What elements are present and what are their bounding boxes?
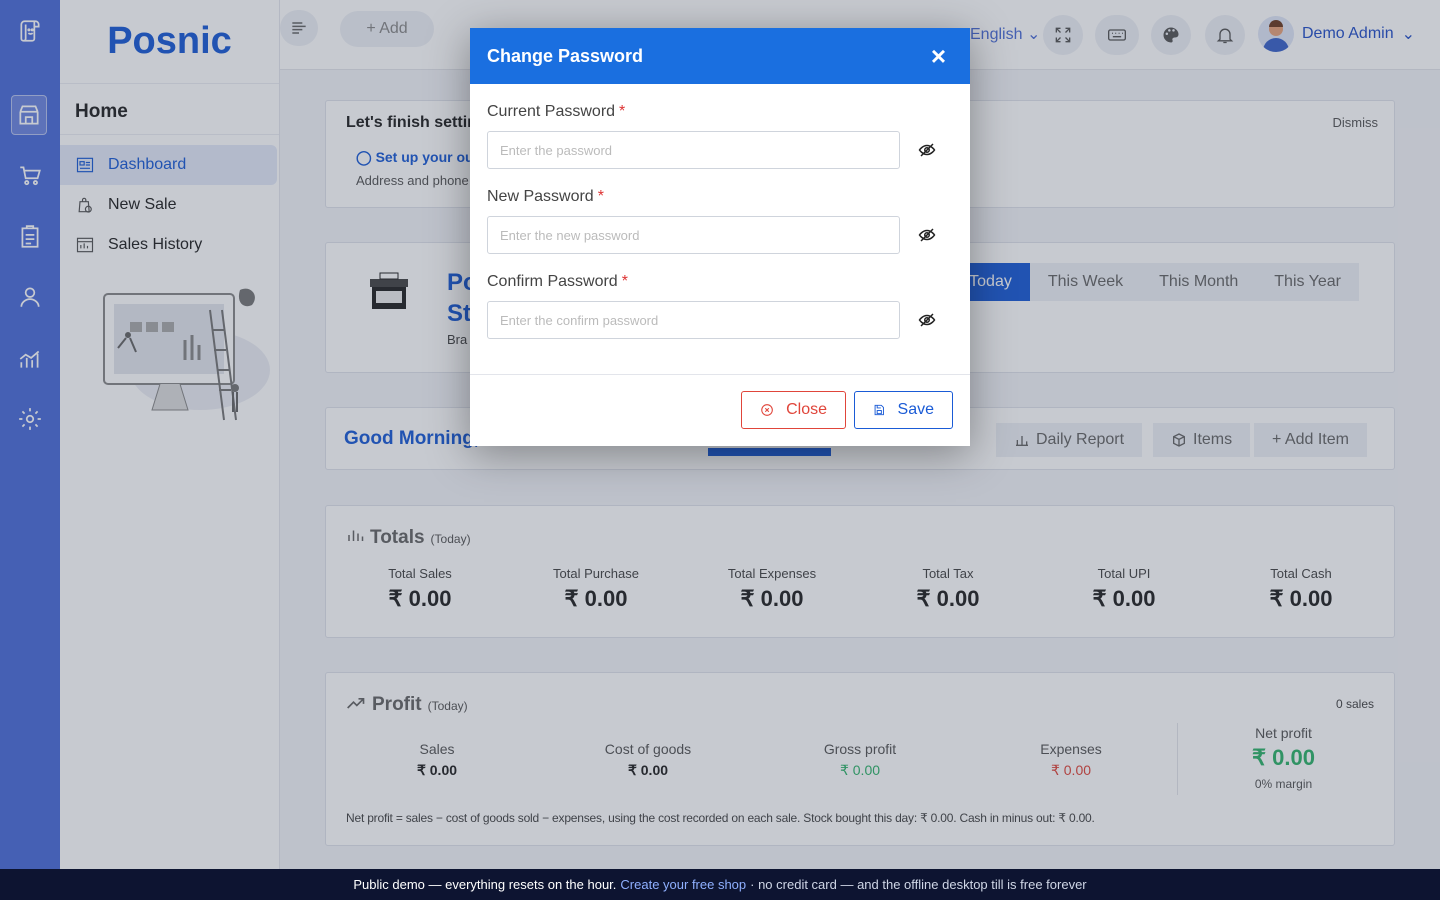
eye-slash-icon[interactable] [918,311,936,329]
confirm-password-group: Confirm Password * [470,273,970,339]
required-mark: * [597,188,604,205]
new-password-input[interactable] [487,216,900,254]
field-label: Current Password * [487,103,953,121]
current-password-group: Current Password * [470,103,970,169]
current-password-input[interactable] [487,131,900,169]
modal-footer: Close Save [470,374,970,429]
field-label-text: Confirm Password [487,273,618,290]
save-button-label: Save [897,401,934,418]
close-button[interactable]: Close [741,391,846,429]
required-mark: * [619,103,626,120]
new-password-group: New Password * [470,188,970,254]
eye-slash-icon[interactable] [918,141,936,159]
save-button[interactable]: Save [854,391,953,429]
eye-slash-icon[interactable] [918,226,936,244]
x-circle-icon [761,404,773,416]
field-label: Confirm Password * [487,273,953,291]
field-label-text: New Password [487,188,594,205]
demo-footer: Public demo — everything resets on the h… [0,869,1440,900]
modal-title: Change Password [487,45,644,66]
create-shop-link[interactable]: Create your free shop [620,877,746,892]
save-icon [874,404,884,416]
footer-text-after: · no credit card — and the offline deskt… [750,877,1087,892]
required-mark: * [621,273,628,290]
field-label-text: Current Password [487,103,616,120]
close-button-label: Close [786,401,827,418]
field-label: New Password * [487,188,953,206]
change-password-modal: Change Password × Current Password * New … [470,28,970,446]
close-icon[interactable]: × [931,43,946,69]
confirm-password-input[interactable] [487,301,900,339]
footer-text: Public demo — everything resets on the h… [353,877,617,892]
